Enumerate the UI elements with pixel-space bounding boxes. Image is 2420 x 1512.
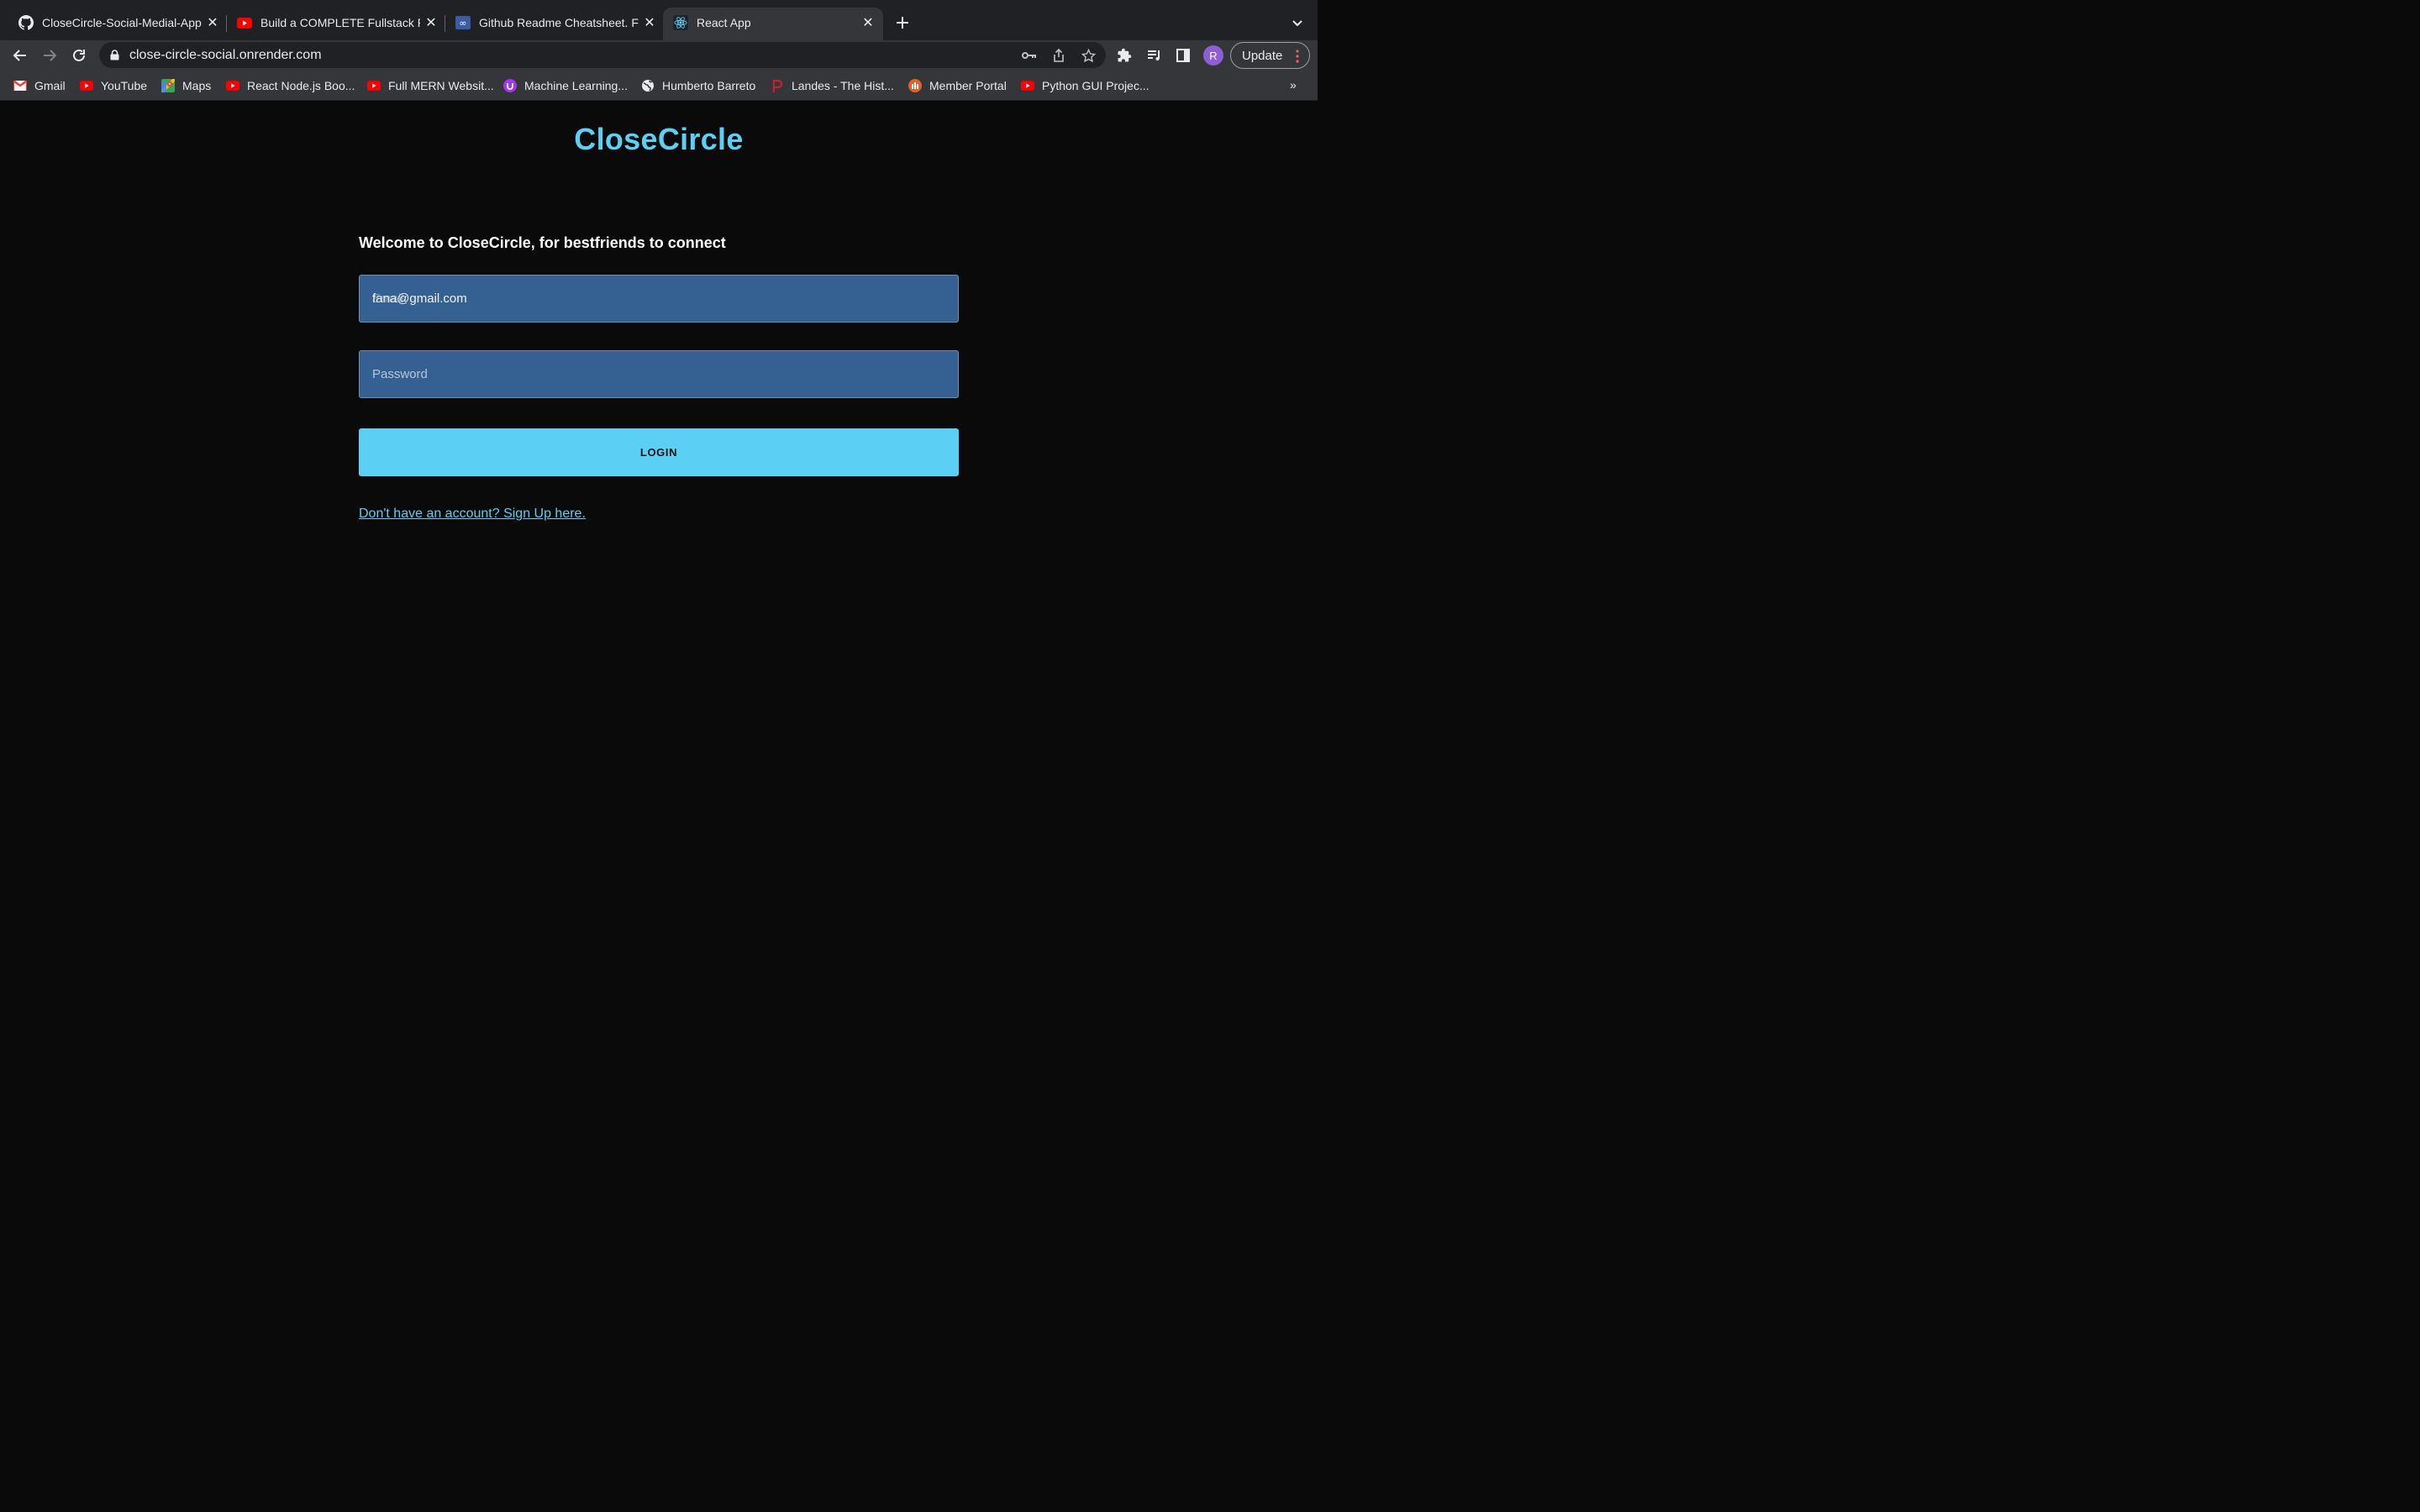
bookmark-label: Maps [182, 79, 212, 92]
email-value: fana@gmail.com [372, 291, 467, 306]
tab-search-button[interactable] [1289, 14, 1306, 31]
bookmark-python-gui[interactable]: Python GUI Projec... [1021, 78, 1150, 93]
close-icon[interactable]: ✕ [641, 14, 658, 31]
bookmark-label: Full MERN Websit... [388, 79, 494, 92]
media-control-icon[interactable] [1146, 47, 1163, 64]
tab-strip: CloseCircle-Social-Medial-App ✕ Build a … [0, 0, 1318, 40]
bookmark-member-portal[interactable]: Member Portal [908, 78, 1007, 93]
maps-icon [161, 79, 175, 92]
tab-title: React App [697, 16, 751, 29]
new-tab-button[interactable] [892, 13, 913, 33]
infinity-icon: ∞ [455, 15, 471, 30]
youtube-icon [237, 15, 252, 30]
arrow-right-icon [44, 50, 57, 61]
bookmark-label: Member Portal [929, 79, 1007, 92]
bookmark-label: YouTube [101, 79, 148, 92]
signup-link[interactable]: Don't have an account? Sign Up here. [359, 507, 586, 522]
tab-readme-cheatsheet[interactable]: ∞ Github Readme Cheatsheet. Fo ✕ [445, 8, 662, 40]
address-bar[interactable]: close-circle-social.onrender.com [99, 42, 1106, 68]
close-icon[interactable]: ✕ [204, 14, 221, 31]
tab-title: Github Readme Cheatsheet. Fo [479, 16, 639, 29]
bookmark-landes[interactable]: Landes - The Hist... [771, 78, 894, 93]
forward-button[interactable] [39, 45, 60, 66]
password-field[interactable]: Password [359, 350, 959, 398]
back-button[interactable] [10, 45, 30, 66]
arrow-left-icon [13, 50, 26, 61]
youtube-icon [367, 79, 381, 92]
login-button[interactable]: LOGIN [359, 428, 959, 476]
welcome-heading: Welcome to CloseCircle, for bestfriends … [359, 234, 726, 251]
bookmark-label: React Node.js Boo... [247, 79, 355, 92]
bookmark-label: Landes - The Hist... [792, 79, 894, 92]
bookmark-label: Machine Learning... [524, 79, 628, 92]
bookmark-full-mern[interactable]: Full MERN Websit... [367, 78, 494, 93]
reload-button[interactable] [69, 45, 89, 66]
reload-icon [73, 49, 85, 61]
p-logo-icon [771, 79, 784, 92]
gmail-icon [13, 79, 27, 92]
more-vert-icon [1296, 50, 1299, 63]
tab-title: CloseCircle-Social-Medial-App [42, 16, 202, 29]
bookmark-label: Python GUI Projec... [1042, 79, 1150, 92]
github-icon [18, 15, 34, 30]
password-placeholder: Password [372, 367, 428, 381]
youtube-icon [1021, 79, 1034, 92]
lock-icon[interactable] [110, 50, 119, 65]
member-portal-icon [908, 79, 922, 92]
bookmarks-overflow-button[interactable]: » [1290, 78, 1297, 92]
chevron-down-icon [1292, 20, 1302, 27]
bookmarks-bar: Gmail YouTube Maps React Node.js Boo... … [0, 71, 1318, 101]
star-icon[interactable] [1081, 48, 1096, 63]
update-button[interactable]: Update [1230, 42, 1310, 69]
bookmark-humberto-barreto[interactable]: Humberto Barreto [641, 78, 755, 93]
tab-fullstack-youtube[interactable]: Build a COMPLETE Fullstack Re ✕ [227, 8, 444, 40]
url-text[interactable]: close-circle-social.onrender.com [129, 48, 322, 63]
share-icon[interactable] [1051, 48, 1066, 63]
side-panel-icon[interactable] [1175, 47, 1192, 64]
app-brand-title[interactable]: CloseCircle [0, 122, 1318, 157]
bookmark-maps[interactable]: Maps [161, 78, 211, 93]
update-label: Update [1242, 48, 1283, 63]
browser-toolbar: close-circle-social.onrender.com R Updat… [0, 40, 1318, 71]
tab-title: Build a COMPLETE Fullstack Re [260, 16, 420, 29]
close-icon[interactable]: ✕ [423, 14, 439, 31]
tab-react-app[interactable]: React App ✕ [663, 8, 883, 40]
youtube-icon [80, 79, 93, 92]
bookmark-gmail[interactable]: Gmail [13, 78, 66, 93]
bookmark-machine-learning[interactable]: Machine Learning... [503, 78, 628, 93]
page-content: CloseCircle Welcome to CloseCircle, for … [0, 102, 1318, 823]
youtube-icon [226, 79, 239, 92]
bookmark-youtube[interactable]: YouTube [80, 78, 147, 93]
key-icon[interactable] [1022, 48, 1037, 63]
tab-closecircle-github[interactable]: CloseCircle-Social-Medial-App ✕ [8, 8, 224, 40]
bookmark-label: Humberto Barreto [662, 79, 756, 92]
svg-text:∞: ∞ [459, 18, 466, 29]
udemy-icon [503, 79, 517, 92]
profile-avatar[interactable]: R [1203, 45, 1223, 66]
react-icon [673, 15, 688, 30]
close-icon[interactable]: ✕ [860, 14, 876, 31]
globe-icon [641, 79, 655, 92]
bookmark-label: Gmail [34, 79, 66, 92]
email-field[interactable]: Email fana@gmail.com [359, 275, 959, 323]
extensions-icon[interactable] [1116, 47, 1133, 64]
bookmark-react-node[interactable]: React Node.js Boo... [226, 78, 355, 93]
plus-icon [897, 17, 908, 29]
